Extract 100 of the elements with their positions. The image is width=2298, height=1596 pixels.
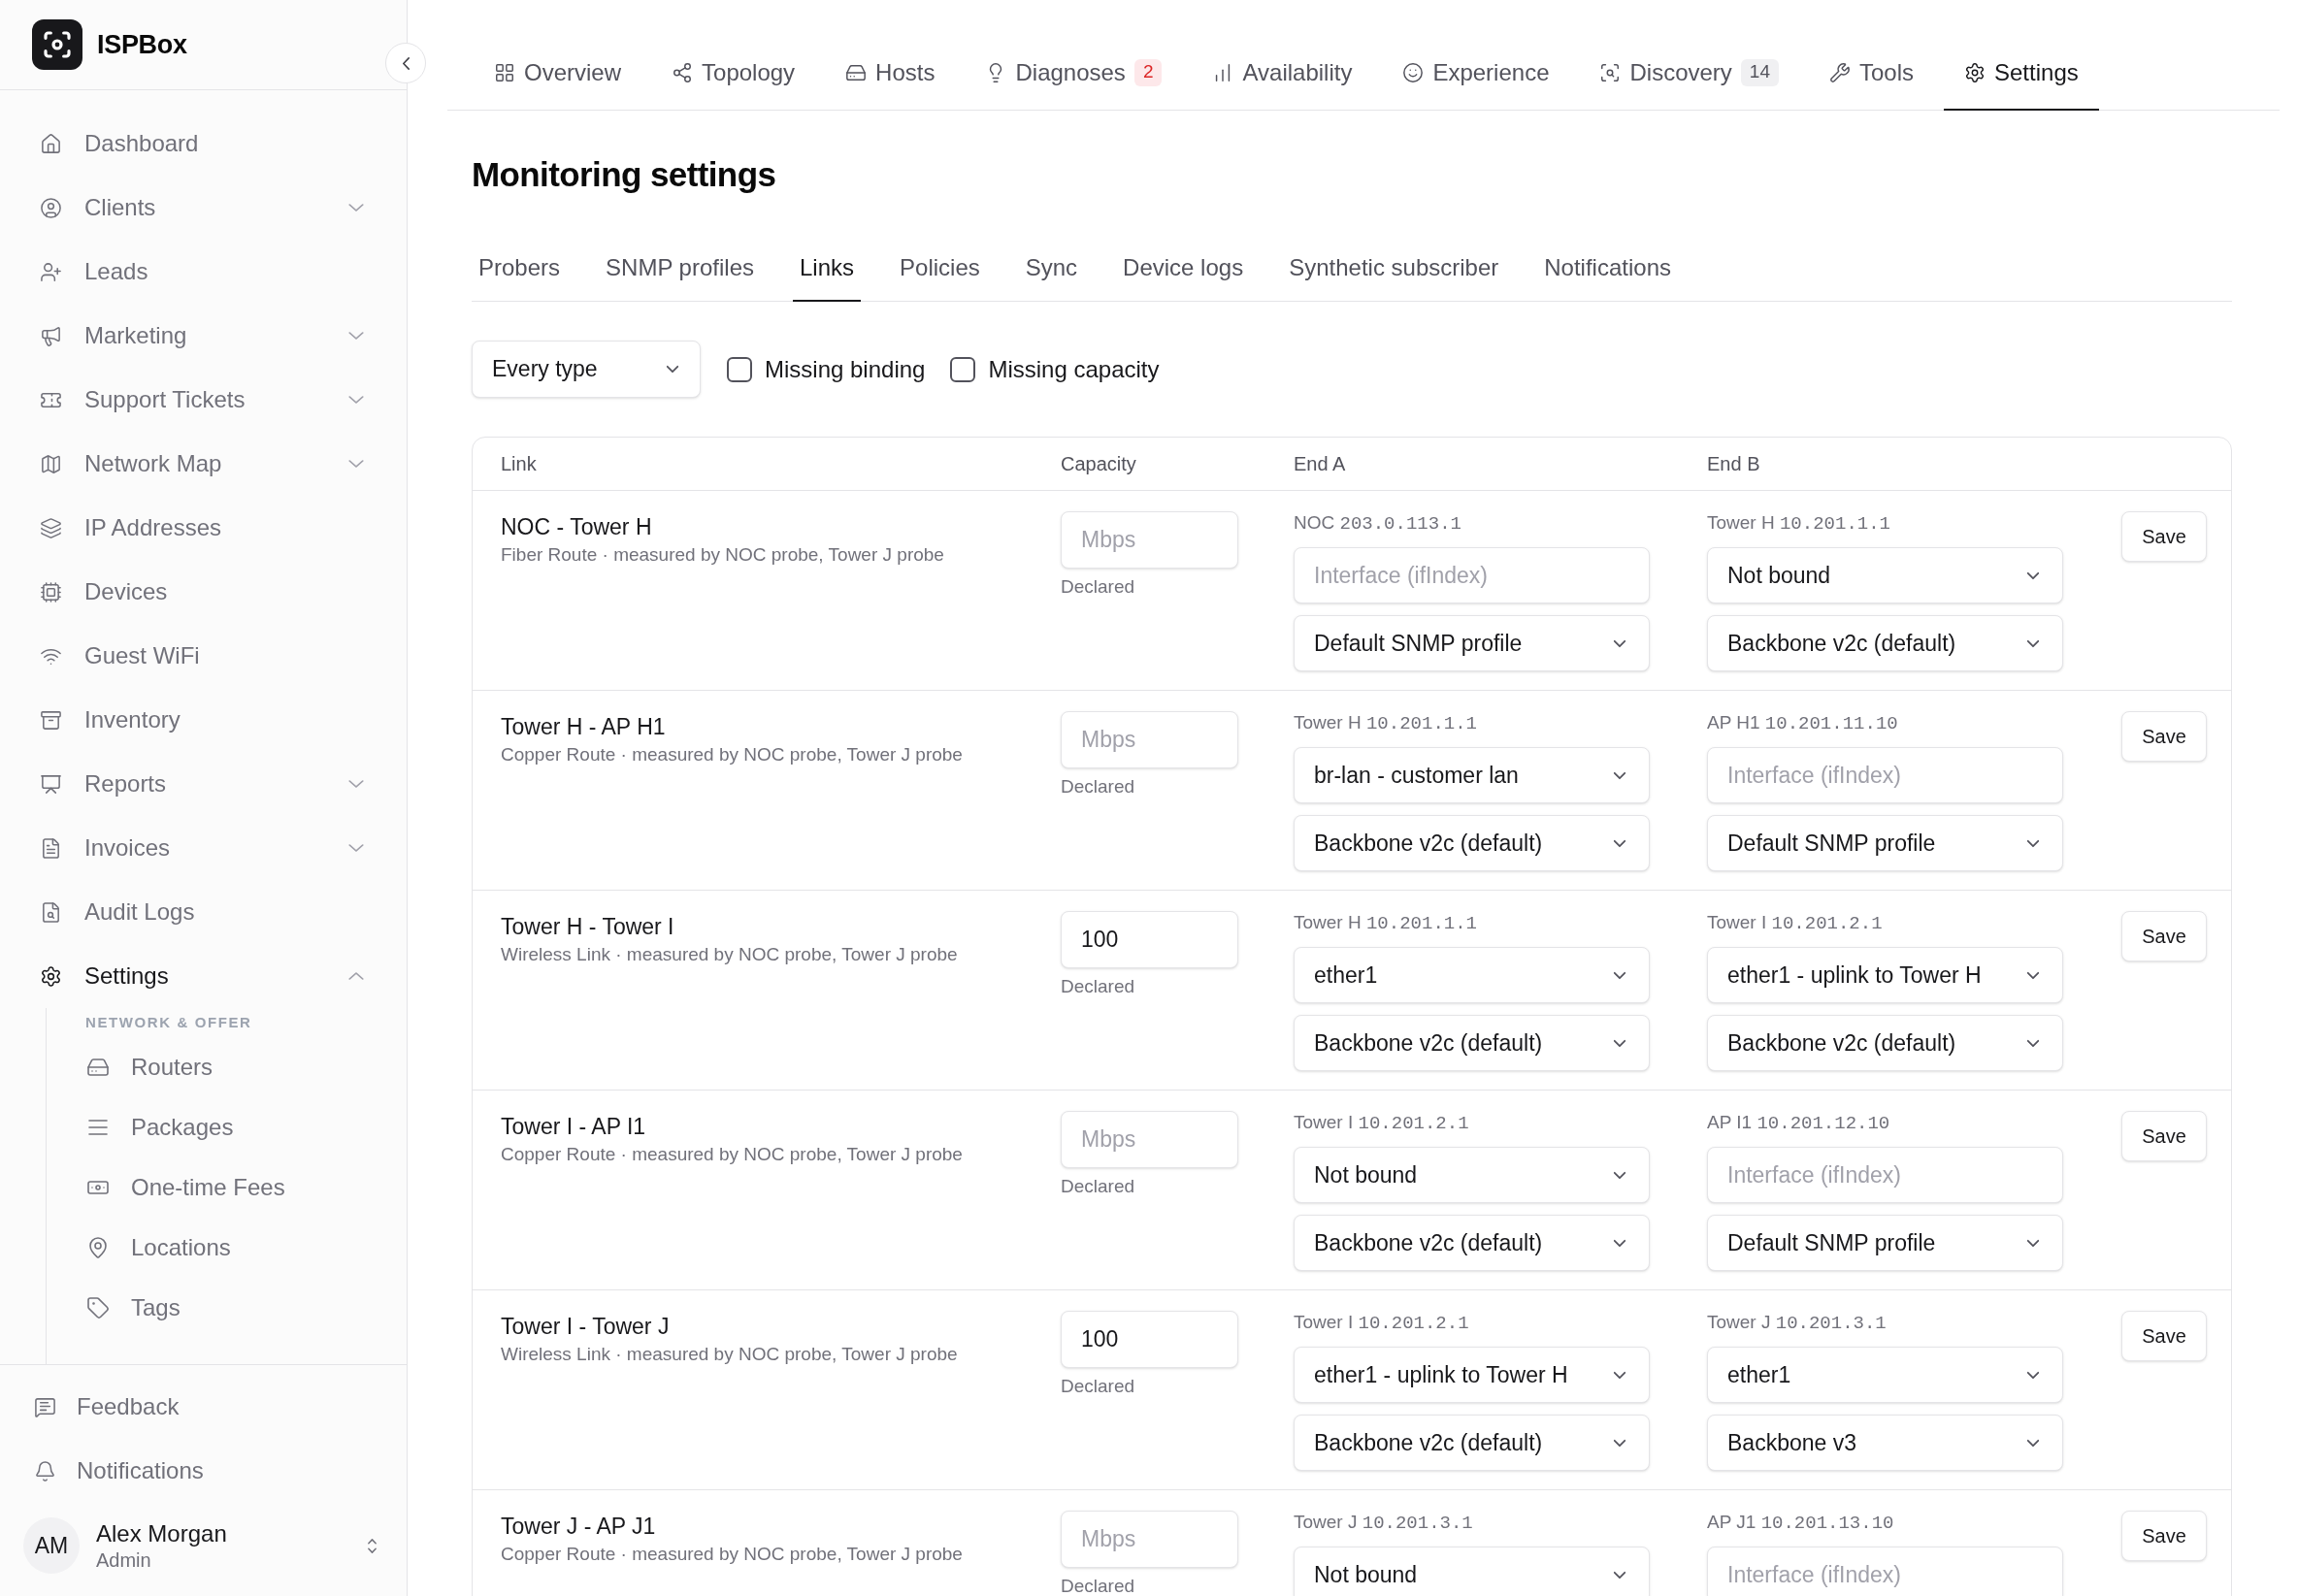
interface-input[interactable]: Interface (ifIndex) (1294, 547, 1650, 603)
nav-tab[interactable]: Availability (1192, 36, 1373, 111)
sidebar-item[interactable]: Inventory (0, 688, 407, 752)
interface-input[interactable]: Interface (ifIndex) (1707, 747, 2063, 803)
sidebar-subitem[interactable]: Routers (47, 1037, 407, 1097)
user-circle-icon (40, 196, 62, 219)
interface-input[interactable]: Interface (ifIndex) (1707, 1147, 2063, 1203)
nav-tab[interactable]: Discovery 14 (1579, 36, 1799, 111)
column-header: End B (1707, 452, 1760, 476)
sidebar-subitem[interactable]: One-time Fees (47, 1157, 407, 1218)
sidebar-item[interactable]: Notifications (0, 1439, 407, 1503)
house-icon (40, 132, 62, 155)
interface-select[interactable]: ether1 - uplink to Tower H (1707, 947, 2063, 1003)
subnav-tab[interactable]: Policies (893, 236, 987, 302)
capacity-input[interactable]: Mbps (1061, 511, 1238, 569)
capacity-note: Declared (1061, 776, 1135, 798)
nav-tab[interactable]: Tools (1809, 36, 1934, 111)
column-header: End A (1294, 452, 1346, 476)
host-address: Tower H 10.201.1.1 (1294, 711, 1477, 734)
sidebar-item[interactable]: Leads (0, 240, 407, 304)
nav-tab[interactable]: Overview (474, 36, 642, 111)
map-pin-icon (86, 1236, 110, 1259)
sidebar-subitem[interactable]: Packages (47, 1097, 407, 1157)
sidebar-item[interactable]: IP Addresses (0, 496, 407, 560)
chevron-down-icon (1613, 638, 1626, 648)
interface-select[interactable]: ether1 (1707, 1347, 2063, 1403)
link-name: Tower J - AP J1 (501, 1513, 656, 1540)
capacity-input[interactable]: 100 (1061, 1311, 1238, 1368)
checkbox[interactable] (950, 356, 976, 382)
sidebar-item[interactable]: Dashboard (0, 112, 407, 176)
settings-icon (1964, 61, 1986, 83)
sidebar-item[interactable]: Clients (0, 176, 407, 240)
checkbox[interactable] (727, 356, 752, 382)
save-button[interactable]: Save (2121, 1311, 2207, 1361)
link-name: NOC - Tower H (501, 513, 652, 540)
subnav-tab[interactable]: Links (793, 236, 862, 302)
profile-select[interactable]: Backbone v3 (1707, 1415, 2063, 1471)
interface-select[interactable]: Not bound (1707, 547, 2063, 603)
sidebar-item[interactable]: Audit Logs (0, 880, 407, 944)
profile-select[interactable]: Backbone v2c (default) (1294, 1215, 1650, 1271)
capacity-input[interactable]: Mbps (1061, 1111, 1238, 1168)
capacity-input[interactable]: Mbps (1061, 711, 1238, 768)
sidebar-item[interactable]: Devices (0, 560, 407, 624)
profile-select[interactable]: Backbone v2c (default) (1707, 1015, 2063, 1071)
nav-tab[interactable]: Diagnoses 2 (965, 36, 1183, 111)
capacity-note: Declared (1061, 576, 1135, 598)
interface-select[interactable]: ether1 - uplink to Tower H (1294, 1347, 1650, 1403)
link-description: Fiber Route · measured by NOC probe, Tower J probe (501, 543, 944, 567)
nav-tab[interactable]: Topology (651, 36, 816, 111)
subnav-tab[interactable]: Sync (1018, 236, 1085, 302)
chat-bubble-icon (34, 1395, 56, 1418)
interface-input[interactable]: Interface (ifIndex) (1707, 1547, 2063, 1596)
capacity-input[interactable]: Mbps (1061, 1511, 1238, 1568)
interface-select[interactable]: Not bound (1294, 1147, 1650, 1203)
profile-select[interactable]: Backbone v2c (default) (1294, 815, 1650, 871)
document-icon (40, 836, 62, 860)
sidebar-item[interactable]: Feedback (0, 1375, 407, 1439)
save-button[interactable]: Save (2121, 911, 2207, 961)
sidebar-item[interactable]: Guest WiFi (0, 624, 407, 688)
user-menu[interactable]: AM Alex Morgan Admin (0, 1503, 407, 1588)
profile-select[interactable]: Default SNMP profile (1707, 815, 2063, 871)
sidebar-item[interactable]: Marketing (0, 304, 407, 368)
subnav-tab[interactable]: Device logs (1116, 236, 1251, 302)
profile-select[interactable]: Default SNMP profile (1707, 1215, 2063, 1271)
save-button[interactable]: Save (2121, 1511, 2207, 1561)
host-address: AP I1 10.201.12.10 (1707, 1111, 1890, 1134)
interface-select[interactable]: ether1 (1294, 947, 1650, 1003)
sidebar-subitem[interactable]: Locations (47, 1218, 407, 1278)
profile-select[interactable]: Backbone v2c (default) (1294, 1415, 1650, 1471)
save-button[interactable]: Save (2121, 711, 2207, 762)
nav-tab[interactable]: Hosts (825, 36, 956, 111)
save-button[interactable]: Save (2121, 1111, 2207, 1161)
profile-select[interactable]: Default SNMP profile (1294, 615, 1650, 671)
subnav-tab[interactable]: Notifications (1537, 236, 1678, 302)
sidebar-item[interactable]: Network Map (0, 432, 407, 496)
link-description: Copper Route · measured by NOC probe, Tower J probe (501, 743, 963, 766)
save-button[interactable]: Save (2121, 511, 2207, 562)
sidebar-subitem[interactable]: Tags (47, 1278, 407, 1338)
nav-tab[interactable]: Experience (1382, 36, 1570, 111)
sidebar-item[interactable]: Support Tickets (0, 368, 407, 432)
capacity-note: Declared (1061, 1176, 1135, 1197)
chevron-down-icon (1613, 770, 1626, 780)
type-select[interactable]: Every type (472, 341, 701, 398)
subnav-tab[interactable]: Probers (472, 236, 568, 302)
subnav-tab[interactable]: Synthetic subscriber (1282, 236, 1506, 302)
sidebar-item[interactable]: Invoices (0, 816, 407, 880)
nav-tab[interactable]: Settings (1944, 36, 2099, 111)
chevron-down-icon (1613, 1370, 1626, 1380)
profile-select[interactable]: Backbone v2c (default) (1707, 615, 2063, 671)
capacity-input[interactable]: 100 (1061, 911, 1238, 968)
host-address: Tower I 10.201.2.1 (1294, 1111, 1469, 1134)
sidebar-item[interactable]: Reports (0, 752, 407, 816)
host-address: AP H1 10.201.11.10 (1707, 711, 1898, 734)
sidebar-item[interactable]: Settings (0, 944, 407, 1008)
interface-select[interactable]: br-lan - customer lan (1294, 747, 1650, 803)
subnav-tab[interactable]: SNMP profiles (599, 236, 761, 302)
column-header: Capacity (1061, 452, 1136, 476)
chevron-down-icon (666, 365, 679, 374)
interface-select[interactable]: Not bound (1294, 1547, 1650, 1596)
profile-select[interactable]: Backbone v2c (default) (1294, 1015, 1650, 1071)
